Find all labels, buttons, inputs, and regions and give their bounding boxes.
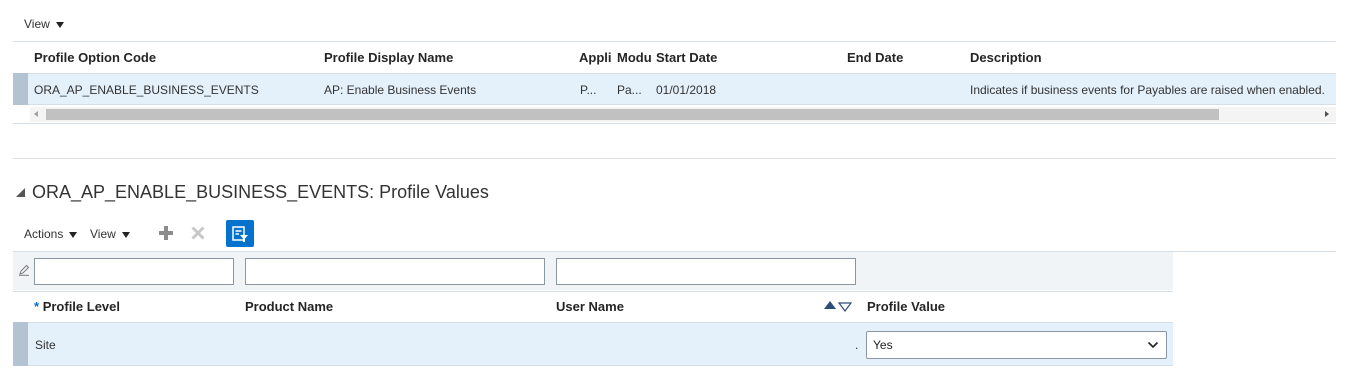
pencil-icon — [19, 264, 30, 276]
view-menu-label: View — [90, 227, 116, 241]
column-header-product-name[interactable]: Product Name — [245, 299, 545, 314]
cell-profile-level: Site — [35, 338, 56, 352]
scroll-right-icon[interactable] — [1325, 111, 1329, 117]
collapse-triangle-icon[interactable] — [16, 188, 25, 197]
scrollbar-thumb[interactable] — [46, 109, 1219, 120]
row-selection-marker[interactable] — [13, 322, 28, 366]
column-header-end-date[interactable]: End Date — [847, 50, 957, 65]
profile-value-selected: Yes — [873, 338, 893, 352]
profile-value-select[interactable]: Yes — [866, 331, 1167, 359]
view-menu-button-values[interactable]: View — [90, 227, 130, 241]
column-header-application[interactable]: Appli — [579, 50, 613, 65]
chevron-down-icon — [1147, 341, 1159, 349]
cell-profile-display-name: AP: Enable Business Events — [324, 83, 477, 97]
column-header-label: Profile Level — [42, 299, 120, 314]
cell-module: Pa... — [617, 83, 642, 97]
column-header-description[interactable]: Description — [970, 50, 1270, 65]
column-header-module[interactable]: Modu — [617, 50, 651, 65]
chevron-down-icon — [55, 21, 64, 28]
cell-description: Indicates if business events for Payable… — [970, 83, 1325, 97]
table-top-border — [13, 41, 1336, 42]
plus-icon[interactable] — [158, 225, 174, 241]
sort-controls[interactable] — [824, 301, 853, 312]
column-header-profile-level[interactable]: * Profile Level — [34, 299, 234, 314]
query-by-example-button[interactable] — [226, 220, 254, 247]
cell-user-name: . — [855, 338, 859, 352]
chevron-down-icon — [69, 231, 78, 238]
actions-menu-button[interactable]: Actions — [24, 227, 78, 241]
view-menu-button[interactable]: View — [24, 17, 64, 31]
column-header-profile-option-code[interactable]: Profile Option Code — [34, 50, 314, 65]
product-name-filter-input[interactable] — [245, 258, 545, 285]
table-bottom-border — [13, 123, 1336, 124]
column-header-user-name[interactable]: User Name — [556, 299, 816, 314]
profile-level-filter-input[interactable] — [34, 258, 234, 285]
x-icon[interactable] — [190, 225, 206, 241]
user-name-filter-input[interactable] — [556, 258, 856, 285]
sort-descending-icon[interactable] — [837, 301, 853, 312]
row-selection-marker[interactable] — [13, 73, 28, 105]
cell-start-date: 01/01/2018 — [656, 83, 717, 97]
chevron-down-icon — [121, 231, 130, 238]
column-header-profile-display-name[interactable]: Profile Display Name — [324, 50, 569, 65]
sort-ascending-icon[interactable] — [824, 301, 836, 309]
column-header-start-date[interactable]: Start Date — [656, 50, 836, 65]
cell-profile-option-code: ORA_AP_ENABLE_BUSINESS_EVENTS — [34, 83, 259, 97]
query-by-example-icon — [232, 225, 248, 242]
column-header-profile-value[interactable]: Profile Value — [867, 299, 1167, 314]
required-indicator: * — [34, 299, 40, 314]
scroll-left-icon[interactable] — [34, 111, 38, 117]
cell-application: P... — [580, 83, 597, 97]
section-title: ORA_AP_ENABLE_BUSINESS_EVENTS: Profile V… — [32, 182, 489, 202]
actions-menu-label: Actions — [24, 227, 64, 241]
view-menu-label: View — [24, 17, 50, 31]
section-divider — [13, 158, 1336, 159]
